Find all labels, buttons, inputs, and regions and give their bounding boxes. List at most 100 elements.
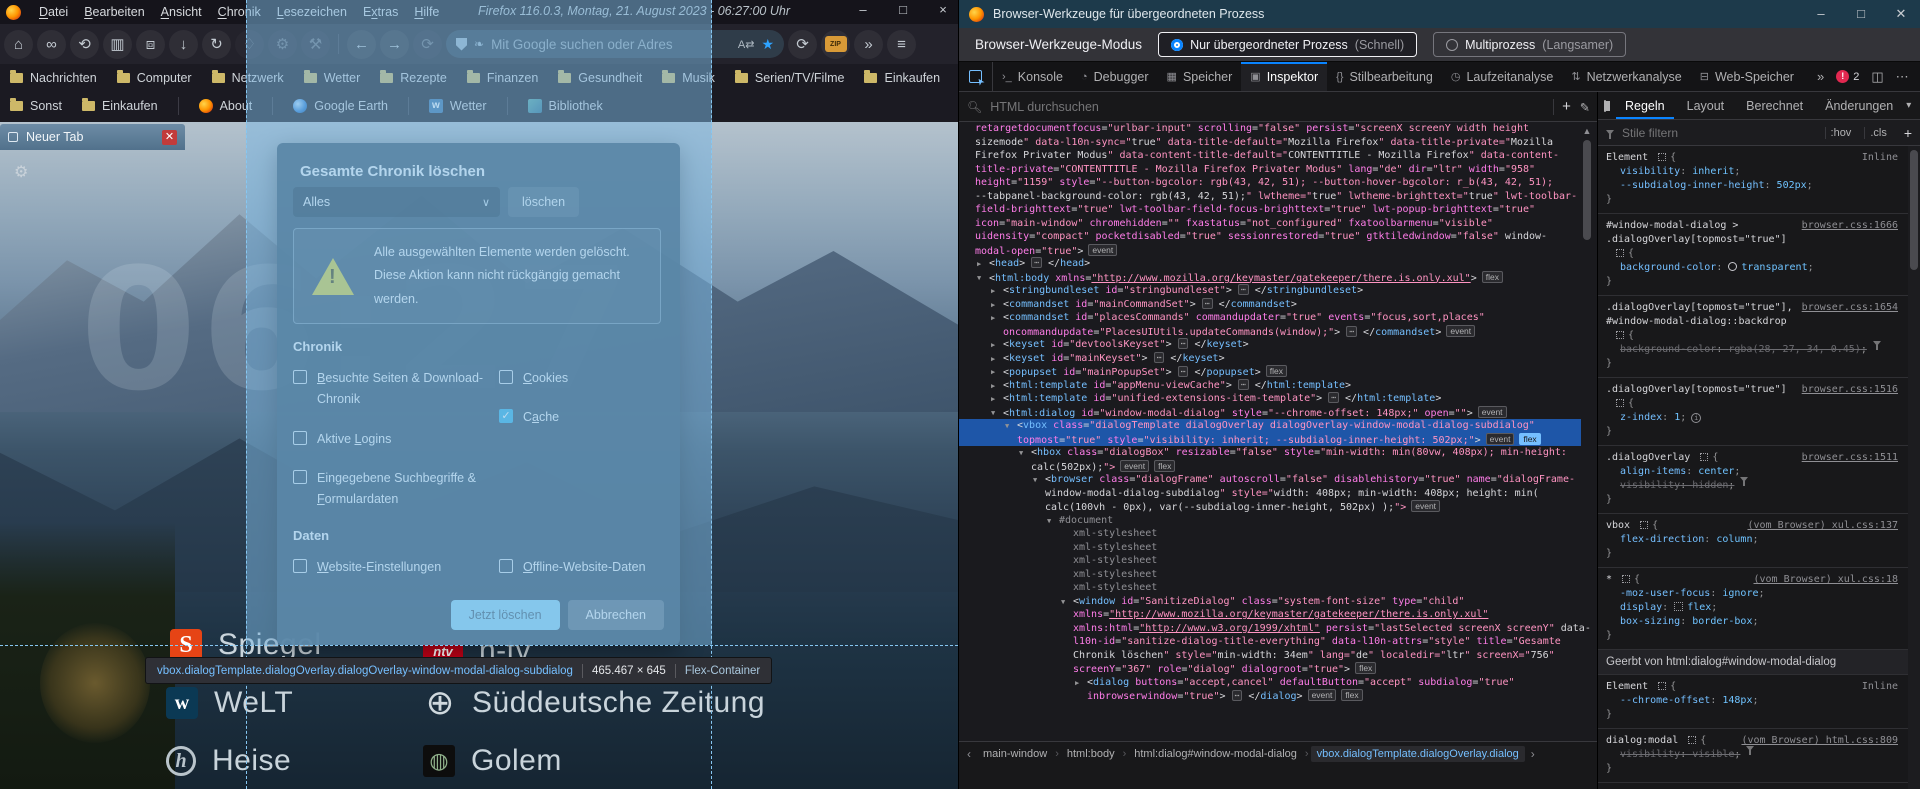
sync-icon[interactable]: ⟲ xyxy=(70,30,99,59)
markup-line[interactable]: modal-open="true">event xyxy=(959,244,1581,258)
breadcrumb-back-icon[interactable]: ‹ xyxy=(963,747,975,761)
stylesheet-link[interactable]: (vom Browser) xul.css:18 xyxy=(1754,573,1899,587)
filter-funnel-icon[interactable] xyxy=(1746,748,1754,762)
mode-multiprocess-radio[interactable]: Multiprozess (Langsamer) xyxy=(1433,32,1626,57)
expand-arrow-icon[interactable]: ▼ xyxy=(1047,515,1051,529)
flex-badge[interactable]: flex xyxy=(1341,689,1362,701)
highlighter-toggle-icon[interactable] xyxy=(1622,575,1630,583)
highlighter-toggle-icon[interactable] xyxy=(1616,331,1624,339)
bookmark-sonst[interactable]: Sonst xyxy=(10,99,62,113)
tab-close-icon[interactable]: ✕ xyxy=(162,130,177,145)
tab-stilbearbeitung[interactable]: {}Stilbearbeitung xyxy=(1327,62,1442,91)
tab-debugger[interactable]: ◔Debugger xyxy=(1072,62,1158,91)
markup-line[interactable]: ▼<window id="SanitizeDialog" class="syst… xyxy=(959,595,1581,609)
eyedropper-icon[interactable]: ✐ xyxy=(1577,101,1591,111)
meatball-menu-icon[interactable]: ⋯ xyxy=(1896,69,1909,85)
sidebar-dropdown-icon[interactable]: ▾ xyxy=(1906,100,1915,111)
markup-line[interactable]: calc(100vh - 0px), var(--subdialog-inner… xyxy=(959,500,1581,514)
breadcrumb-item[interactable]: html:body xyxy=(1061,746,1121,762)
markup-scrollbar[interactable]: ▲ xyxy=(1581,126,1593,765)
event-badge[interactable]: event xyxy=(1446,325,1475,337)
markup-line[interactable]: xml-stylesheet xyxy=(959,568,1581,582)
sidebar-tab-berechnet[interactable]: Berechnet xyxy=(1737,94,1812,118)
rules-scrollbar[interactable] xyxy=(1908,146,1920,789)
tab-neuer-tab[interactable]: Neuer Tab ✕ xyxy=(0,124,185,150)
css-declaration[interactable]: background-color: transparent; xyxy=(1606,261,1900,275)
highlighter-toggle-icon[interactable] xyxy=(1658,153,1666,161)
markup-line[interactable]: oncommandupdate="PlacesUIUtils.updateCom… xyxy=(959,325,1581,339)
css-declaration[interactable]: visibility: visible; xyxy=(1606,748,1900,762)
collapsed-arrow-icon[interactable]: ▶ xyxy=(991,380,995,394)
bookmark-about[interactable]: About xyxy=(199,99,253,113)
collapsed-arrow-icon[interactable]: ▶ xyxy=(977,258,981,272)
download-icon[interactable]: ↓ xyxy=(169,30,198,59)
tab-inspektor[interactable]: ▣Inspektor xyxy=(1241,62,1327,91)
add-node-button[interactable]: + xyxy=(1562,98,1571,115)
expand-arrow-icon[interactable]: ▼ xyxy=(1019,447,1023,461)
menu-datei[interactable]: Datei xyxy=(31,2,76,22)
collapsed-arrow-icon[interactable]: ▶ xyxy=(991,299,995,313)
menu-bearbeiten[interactable]: Bearbeiten xyxy=(76,2,152,22)
collapsed-arrow-icon[interactable]: ▶ xyxy=(991,353,995,367)
highlighter-toggle-icon[interactable] xyxy=(1640,521,1648,529)
stylesheet-link[interactable]: (vom Browser) xul.css:137 xyxy=(1747,519,1898,533)
event-badge[interactable]: event xyxy=(1088,244,1117,256)
event-badge[interactable]: event xyxy=(1411,500,1440,512)
rules-filter-input[interactable]: Stile filtern xyxy=(1622,126,1817,140)
class-panel-toggle[interactable]: .cls xyxy=(1864,127,1892,139)
color-swatch[interactable] xyxy=(1728,262,1737,271)
collapsed-arrow-icon[interactable]: ▶ xyxy=(991,339,995,353)
more-tabs-chevron-icon[interactable]: » xyxy=(1817,69,1824,84)
collapsed-arrow-icon[interactable]: ▶ xyxy=(1075,677,1079,691)
home-icon[interactable]: ⌂ xyxy=(4,30,33,59)
history-icon[interactable]: ↻ xyxy=(202,30,231,59)
breadcrumb-item[interactable]: vbox.dialogTemplate.dialogOverlay.dialog xyxy=(1311,746,1525,762)
event-badge[interactable]: event xyxy=(1120,460,1149,472)
bookmark-einkaufen[interactable]: Einkaufen xyxy=(82,99,158,113)
highlighter-toggle-icon[interactable] xyxy=(1700,453,1708,461)
stylesheet-link[interactable]: browser.css:1511 xyxy=(1802,451,1898,465)
markup-line[interactable]: window-modal-dialog-subdialog" style="wi… xyxy=(959,487,1581,501)
markup-line[interactable]: screenY="367" role="dialog" dialogroot="… xyxy=(959,662,1581,676)
menu-ansicht[interactable]: Ansicht xyxy=(153,2,210,22)
highlighter-toggle-icon[interactable] xyxy=(1688,736,1696,744)
tab-netzwerkanalyse[interactable]: ⇅Netzwerkanalyse xyxy=(1562,62,1690,91)
sidebar-tab-layout[interactable]: Layout xyxy=(1678,94,1734,118)
markup-line[interactable]: ▶<head> ⋯ </head> xyxy=(959,257,1581,271)
markup-line[interactable]: ▶<commandset id="placesCommands" command… xyxy=(959,311,1581,325)
bookmark-computer[interactable]: Computer xyxy=(117,71,192,85)
markup-line[interactable]: sizemode" data-l10n-sync="true" data-tit… xyxy=(959,136,1581,150)
markup-line[interactable]: ▼<html:dialog id="window-modal-dialog" s… xyxy=(959,406,1581,420)
markup-line[interactable]: ▼<html:body xmlns="http://www.mozilla.or… xyxy=(959,271,1581,285)
collapsed-arrow-icon[interactable]: ▶ xyxy=(991,312,995,326)
markup-line[interactable]: ▼<browser class="dialogFrame" autoscroll… xyxy=(959,473,1581,487)
markup-line[interactable]: ▼<hbox class="dialogBox" resizable="fals… xyxy=(959,446,1581,460)
bookmark-star-icon[interactable]: ★ xyxy=(761,36,774,53)
css-declaration[interactable]: flex-direction: column; xyxy=(1606,533,1900,547)
add-rule-button[interactable]: + xyxy=(1900,125,1912,141)
collapsed-arrow-icon[interactable]: ▶ xyxy=(991,285,995,299)
bookmark-nachrichten[interactable]: Nachrichten xyxy=(10,71,97,85)
markup-line[interactable]: ▶<html:template id="unified-extensions-i… xyxy=(959,392,1581,406)
expand-arrow-icon[interactable]: ▼ xyxy=(977,272,981,286)
css-declaration[interactable]: align-items: center; xyxy=(1606,465,1900,479)
collapsed-arrow-icon[interactable]: ▶ xyxy=(991,393,995,407)
shortcut-heise[interactable]: hHeise xyxy=(166,744,291,778)
markup-line[interactable]: field-brighttext="true" lwt-toolbar-fiel… xyxy=(959,203,1581,217)
hover-pseudo-toggle[interactable]: :hov xyxy=(1825,127,1857,139)
markup-search-input[interactable]: HTML durchsuchen xyxy=(990,100,1545,114)
scrollbar-thumb[interactable] xyxy=(1583,140,1591,240)
tab-laufzeitanalyse[interactable]: ◷Laufzeitanalyse xyxy=(1442,62,1562,91)
markup-line[interactable]: xmlns:html="http://www.w3.org/1999/xhtml… xyxy=(959,622,1581,636)
error-count-badge[interactable]: !2 xyxy=(1836,70,1859,83)
sidebar-icon[interactable]: ▥ xyxy=(103,30,132,59)
minimize-button[interactable]: – xyxy=(854,2,872,17)
stylesheet-link[interactable]: browser.css:1516 xyxy=(1802,383,1898,397)
flex-badge[interactable]: flex xyxy=(1355,662,1376,674)
archive-icon[interactable]: ⧈ xyxy=(136,30,165,59)
mode-parent-process-radio[interactable]: Nur übergeordneter Prozess (Schnell) xyxy=(1158,32,1417,57)
breadcrumb-forward-icon[interactable]: › xyxy=(1527,747,1539,761)
maximize-button[interactable]: □ xyxy=(1852,6,1870,22)
close-button[interactable]: × xyxy=(934,2,952,17)
breadcrumb-item[interactable]: html:dialog#window-modal-dialog xyxy=(1128,746,1303,762)
